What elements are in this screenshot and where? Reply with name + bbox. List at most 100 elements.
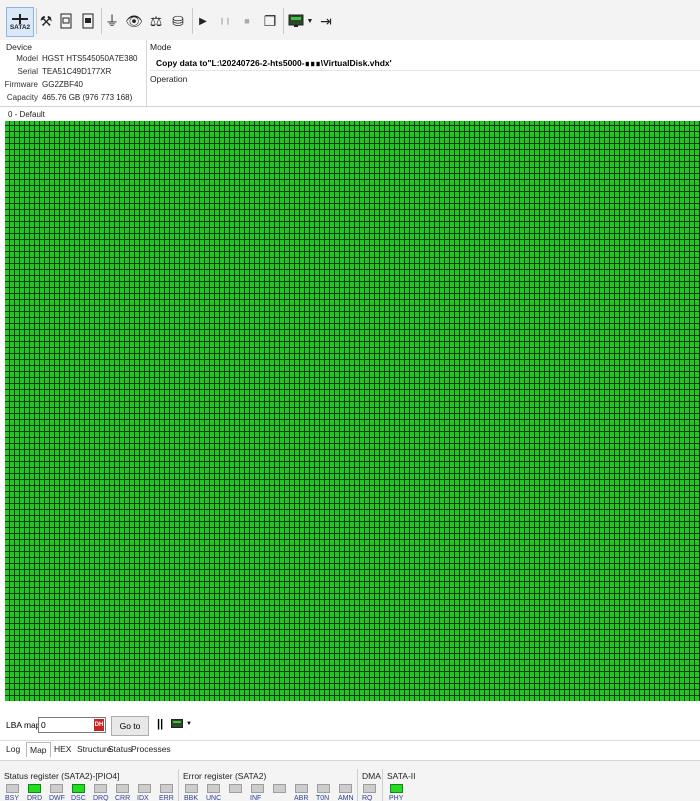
tools-icon: ⚒ [39, 12, 53, 29]
goto-button[interactable]: Go to [111, 716, 149, 736]
error-register-title: Error register (SATA2) [183, 771, 267, 781]
status-led [390, 784, 403, 793]
chevron-down-icon[interactable]: ▼ [186, 721, 192, 727]
divider [357, 769, 358, 801]
mode-value: Copy data to"L:\20240726-2-hts5000-∎∎∎\V… [156, 58, 392, 68]
toolbar: SATA2 ⚒ ⏚ 👁 ⚖ ⛁ ▶ ❙❙ ■ ❐ ▼ ⇥ [0, 0, 700, 41]
device-key: Capacity [6, 93, 38, 102]
status-led-label: DRQ [93, 795, 109, 801]
device-key: Serial [17, 67, 38, 76]
binoculars-icon: 👁 [125, 12, 143, 29]
lba-map-label: LBA map [6, 720, 41, 730]
status-led [363, 784, 376, 793]
status-led [185, 784, 198, 793]
status-led [50, 784, 63, 793]
toolbar-separator [192, 8, 193, 34]
tab-structure[interactable]: Structure [77, 744, 112, 754]
status-led [295, 784, 308, 793]
mode-section: Mode Copy data to"L:\20240726-2-hts5000-… [150, 40, 700, 106]
play-icon: ▶ [199, 15, 207, 27]
status-led [94, 784, 107, 793]
map-pause-icon[interactable]: || [157, 718, 163, 730]
status-led [273, 784, 286, 793]
exit-icon: ⇥ [320, 12, 332, 29]
map-monitor-icon[interactable] [171, 719, 183, 730]
status-led-label: AMN [338, 795, 354, 801]
status-led-label: UNC [206, 795, 222, 801]
divider [178, 769, 179, 801]
sd-card-button[interactable] [58, 8, 74, 34]
toolbar-separator [36, 8, 37, 34]
binoculars-button[interactable]: 👁 [125, 8, 143, 34]
status-led-label: DWF [49, 795, 65, 801]
dma-title: DMA [362, 771, 381, 781]
stop-icon: ■ [244, 16, 250, 26]
status-led [72, 784, 85, 793]
sata-connector-icon [12, 13, 28, 24]
tab-processes[interactable]: Processes [131, 744, 171, 754]
tab-log[interactable]: Log [6, 744, 20, 754]
play-button[interactable]: ▶ [196, 8, 210, 34]
status-led [317, 784, 330, 793]
status-led-label: T0N [316, 795, 330, 801]
disk-copy-button[interactable]: ⛁ [170, 8, 186, 34]
divider [150, 70, 700, 71]
status-led [207, 784, 220, 793]
device-section: Device Model HGST HTS545050A7E380 Serial… [0, 40, 147, 106]
tools-button[interactable]: ⚒ [38, 8, 54, 34]
status-led [229, 784, 242, 793]
operation-label: Operation [150, 74, 188, 84]
device-key: Firmware [4, 80, 38, 89]
sata2-label: SATA2 [9, 23, 31, 31]
sata-ii-title: SATA-II [387, 771, 416, 781]
monitor-dropdown-button[interactable]: ▼ [306, 8, 314, 34]
status-led-label: PHY [389, 795, 404, 801]
toolbar-separator [101, 8, 102, 34]
sector-map[interactable] [5, 121, 700, 701]
status-led [116, 784, 129, 793]
scale-icon: ⚖ [149, 12, 163, 29]
tab-map[interactable]: Map [26, 742, 51, 757]
info-panel: Device Model HGST HTS545050A7E380 Serial… [0, 40, 700, 107]
chip-card-icon [82, 13, 94, 29]
disk-copy-icon: ⛁ [172, 12, 184, 29]
status-led [138, 784, 151, 793]
stop-button[interactable]: ■ [240, 8, 254, 34]
pause-icon: ❙❙ [219, 18, 231, 25]
status-led [160, 784, 173, 793]
status-led-label: IDX [137, 795, 149, 801]
status-led-label: BBK [184, 795, 199, 801]
sata2-port-button[interactable]: SATA2 [6, 7, 34, 37]
map-title: 0 - Default [8, 110, 45, 119]
device-title: Device [6, 42, 32, 52]
chip-card-button[interactable] [80, 8, 96, 34]
monitor-icon [288, 14, 304, 27]
toolbar-separator [283, 8, 284, 34]
tab-hex[interactable]: HEX [54, 744, 71, 754]
status-led [28, 784, 41, 793]
sd-card-icon [60, 13, 72, 29]
chevron-down-icon: ▼ [306, 17, 314, 25]
status-led [339, 784, 352, 793]
monitor-button[interactable] [287, 8, 305, 34]
lba-toolbar: LBA map DH Go to || ▼ [0, 712, 700, 738]
device-value: 465.76 GB (976 773 168) [42, 93, 133, 102]
device-value: TEA51C49D177XR [42, 67, 112, 76]
device-value: HGST HTS545050A7E380 [42, 54, 138, 63]
status-led-label: DRD [27, 795, 43, 801]
status-register-title: Status register (SATA2)-[PIO4] [4, 771, 120, 781]
copy-file-button[interactable]: ❐ [262, 8, 278, 34]
tab-status[interactable]: Status [108, 744, 132, 754]
pause-button[interactable]: ❙❙ [218, 8, 232, 34]
plug-button[interactable]: ⏚ [104, 8, 120, 34]
status-led [251, 784, 264, 793]
mode-title: Mode [150, 42, 172, 52]
dh-icon[interactable]: DH [94, 719, 104, 731]
sector-map-cells [5, 121, 700, 701]
status-led-label: ERR [159, 795, 174, 801]
status-led-label: ABR [294, 795, 309, 801]
device-value: GG2ZBF40 [42, 80, 83, 89]
exit-button[interactable]: ⇥ [318, 8, 334, 34]
scale-button[interactable]: ⚖ [148, 8, 164, 34]
status-led-label: CRR [115, 795, 131, 801]
